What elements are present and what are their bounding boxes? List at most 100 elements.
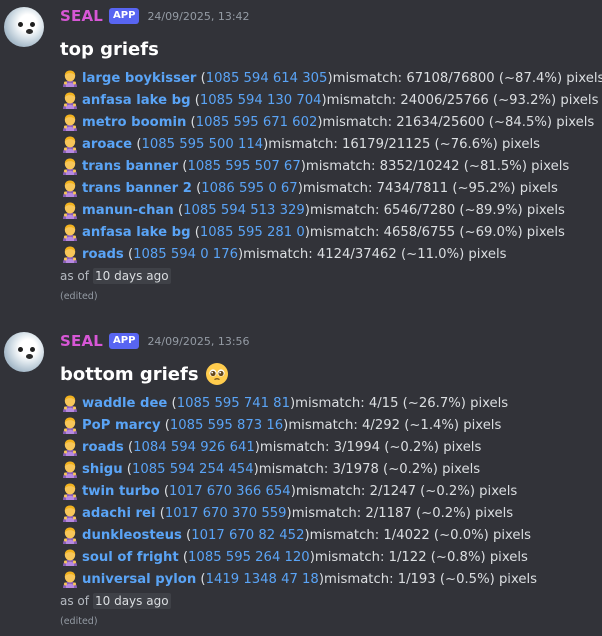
mismatch-text: mismatch: 2/1187 (~0.2%) pixels: [291, 505, 514, 521]
template-link[interactable]: waddle dee: [82, 396, 167, 411]
coordinate-link[interactable]: 1419 1348 47 18: [206, 572, 319, 587]
edited-label: (edited): [60, 290, 98, 302]
app-tag: APP: [109, 8, 140, 24]
coordinate-link[interactable]: 1085 594 130 704: [200, 93, 322, 108]
list-item: metro boomin (1085 595 671 602) mismatch…: [60, 111, 602, 133]
relative-time[interactable]: 10 days ago: [93, 593, 171, 609]
mismatch-text: mismatch: 16179/21125 (~76.6%) pixels: [268, 136, 541, 152]
mismatch-text: mismatch: 4658/6755 (~69.0%) pixels: [309, 224, 565, 240]
message: SEAL APP 24/09/2025, 13:56 bottom griefs…: [0, 330, 602, 629]
template-link[interactable]: dunkleosteus: [82, 528, 182, 543]
template-link[interactable]: large boykisser: [82, 71, 196, 86]
avatar-eye: [18, 22, 23, 27]
coordinate-link[interactable]: 1085 594 513 329: [183, 203, 305, 218]
open-paren: (: [186, 114, 196, 130]
username[interactable]: SEAL: [60, 7, 103, 25]
template-link[interactable]: twin turbo: [82, 484, 160, 499]
mismatch-text: mismatch: 6546/7280 (~89.9%) pixels: [309, 202, 565, 218]
person-bowing-emoji: [63, 136, 77, 153]
mismatch-text: mismatch: 1/4022 (~0.0%) pixels: [309, 527, 532, 543]
embed-title-text: bottom griefs: [60, 363, 199, 385]
open-paren: (: [132, 136, 142, 152]
coordinate-link[interactable]: 1085 595 507 67: [187, 159, 300, 174]
embed-title: top griefs: [60, 33, 602, 65]
mismatch-text: mismatch: 4/15 (~26.7%) pixels: [295, 395, 509, 411]
list-item: anfasa lake bg (1085 594 130 704) mismat…: [60, 89, 602, 111]
template-link[interactable]: anfasa lake bg: [82, 93, 191, 108]
mismatch-text: mismatch: 4/292 (~1.4%) pixels: [288, 417, 502, 433]
coordinate-link[interactable]: 1085 594 614 305: [206, 71, 328, 86]
template-link[interactable]: metro boomin: [82, 115, 186, 130]
coordinate-link[interactable]: 1017 670 366 654: [169, 484, 291, 499]
coordinate-link[interactable]: 1017 670 370 559: [165, 506, 287, 521]
avatar[interactable]: [4, 332, 44, 372]
coordinate-link[interactable]: 1085 595 500 114: [141, 137, 263, 152]
template-link[interactable]: anfasa lake bg: [82, 225, 191, 240]
coordinate-link[interactable]: 1085 595 741 81: [177, 396, 290, 411]
open-paren: (: [159, 483, 170, 499]
coordinate-link[interactable]: 1084 594 926 641: [133, 440, 255, 455]
template-link[interactable]: universal pylon: [82, 572, 196, 587]
coordinate-link[interactable]: 1085 595 873 16: [170, 418, 283, 433]
person-bowing-emoji: [63, 549, 77, 566]
template-link[interactable]: roads: [82, 440, 124, 455]
avatar[interactable]: [4, 7, 44, 47]
list-item: roads (1084 594 926 641) mismatch: 3/199…: [60, 436, 602, 458]
avatar-nose: [26, 29, 33, 34]
person-bowing-emoji: [63, 571, 77, 588]
coordinate-link[interactable]: 1085 594 0 176: [133, 247, 238, 262]
open-paren: (: [181, 527, 192, 543]
avatar-eye: [30, 347, 35, 352]
mismatch-text: mismatch: 3/1978 (~0.2%) pixels: [258, 461, 481, 477]
timestamp[interactable]: 24/09/2025, 13:56: [147, 335, 249, 348]
mismatch-text: mismatch: 2/1247 (~0.2%) pixels: [295, 483, 518, 499]
template-link[interactable]: PoP marcy: [82, 418, 161, 433]
grief-list: waddle dee (1085 595 741 81) mismatch: 4…: [60, 392, 602, 590]
as-of-line: as of 10 days ago: [60, 266, 602, 286]
username[interactable]: SEAL: [60, 332, 103, 350]
message: SEAL APP 24/09/2025, 13:42 top griefs la…: [0, 5, 602, 304]
embed-title: bottom griefs: [60, 358, 602, 390]
coordinate-link[interactable]: 1017 670 82 452: [191, 528, 304, 543]
template-link[interactable]: soul of fright: [82, 550, 179, 565]
coordinate-link[interactable]: 1085 595 264 120: [188, 550, 310, 565]
as-of-label: as of: [60, 269, 89, 283]
person-bowing-emoji: [63, 114, 77, 131]
open-paren: (: [160, 417, 170, 433]
template-link[interactable]: roads: [82, 247, 124, 262]
template-link[interactable]: trans banner 2: [82, 181, 192, 196]
list-item: shigu (1085 594 254 454) mismatch: 3/197…: [60, 458, 602, 480]
person-bowing-emoji: [63, 180, 77, 197]
template-link[interactable]: aroace: [82, 137, 132, 152]
coordinate-link[interactable]: 1085 594 254 454: [132, 462, 254, 477]
open-paren: (: [155, 505, 165, 521]
avatar-nose: [26, 354, 33, 359]
person-bowing-emoji: [63, 92, 77, 109]
template-link[interactable]: adachi rei: [82, 506, 156, 521]
pleading-face-emoji: [205, 363, 228, 385]
list-item: soul of fright (1085 595 264 120) mismat…: [60, 546, 602, 568]
template-link[interactable]: shigu: [82, 462, 123, 477]
open-paren: (: [178, 549, 189, 565]
open-paren: (: [178, 158, 188, 174]
timestamp[interactable]: 24/09/2025, 13:42: [147, 10, 249, 23]
template-link[interactable]: manun-chan: [82, 203, 174, 218]
person-bowing-emoji: [63, 70, 77, 87]
coordinate-link[interactable]: 1086 595 0 67: [201, 181, 297, 196]
person-bowing-emoji: [63, 395, 77, 412]
list-item: trans banner (1085 595 507 67) mismatch:…: [60, 155, 602, 177]
open-paren: (: [167, 395, 177, 411]
mismatch-text: mismatch: 1/193 (~0.5%) pixels: [323, 571, 538, 587]
message-header: SEAL APP 24/09/2025, 13:56: [60, 330, 602, 352]
mismatch-text: mismatch: 7434/7811 (~95.2%) pixels: [302, 180, 558, 196]
coordinate-link[interactable]: 1085 595 671 602: [196, 115, 318, 130]
coordinate-link[interactable]: 1085 595 281 0: [200, 225, 305, 240]
template-link[interactable]: trans banner: [82, 159, 178, 174]
list-item: anfasa lake bg (1085 595 281 0) mismatch…: [60, 221, 602, 243]
relative-time[interactable]: 10 days ago: [93, 268, 171, 284]
open-paren: (: [190, 224, 200, 240]
list-item: trans banner 2 (1086 595 0 67) mismatch:…: [60, 177, 602, 199]
app-tag: APP: [109, 333, 140, 349]
open-paren: (: [122, 461, 132, 477]
avatar-eye: [18, 347, 23, 352]
